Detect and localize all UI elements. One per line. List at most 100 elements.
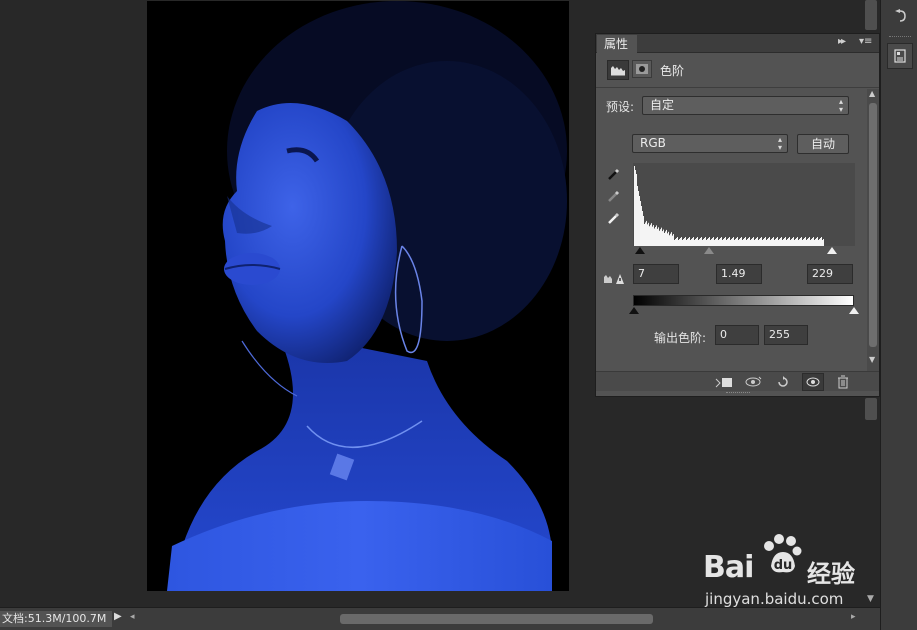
histogram-bar	[791, 239, 792, 246]
select-arrows-icon: ▴ ▾	[838, 96, 843, 114]
histogram-bar	[697, 237, 698, 246]
auto-button[interactable]: 自动	[797, 134, 849, 154]
histogram-bar	[667, 233, 668, 246]
document-size-readout[interactable]: 文档:51.3M/100.7M	[0, 611, 112, 627]
levels-adjustment-icon[interactable]	[607, 60, 629, 80]
histogram-bar	[696, 238, 697, 246]
panel-scroll-thumb[interactable]	[869, 103, 877, 347]
histogram-bar	[634, 166, 635, 246]
svg-text:du: du	[774, 558, 793, 573]
properties-panel-icon[interactable]	[887, 43, 913, 69]
scroll-up-icon[interactable]: ▲	[869, 89, 875, 98]
histogram-bar	[734, 240, 735, 246]
input-white-field[interactable]: 229	[807, 264, 853, 284]
output-white-field[interactable]: 255	[764, 325, 808, 345]
input-black-field[interactable]: 7	[633, 264, 679, 284]
white-eyedropper-icon[interactable]	[604, 209, 624, 227]
histogram-bar	[636, 174, 637, 246]
histogram-bar	[750, 240, 751, 246]
panel-resize-grip[interactable]	[726, 392, 750, 393]
histogram-bar	[708, 238, 709, 246]
eye-icon[interactable]	[802, 373, 824, 391]
black-eyedropper-icon[interactable]	[604, 165, 624, 183]
scroll-down-icon[interactable]: ▼	[869, 355, 875, 364]
preset-label: 预设:	[606, 100, 635, 114]
panel-footer-toolbar	[596, 371, 879, 391]
histogram-bar	[731, 239, 732, 246]
histogram-bar	[685, 237, 686, 246]
preset-select[interactable]: 自定 ▴ ▾	[642, 96, 849, 115]
scroll-right-icon[interactable]: ▸	[851, 612, 856, 622]
histogram-bar	[765, 237, 766, 246]
panel-menu-icon[interactable]: ▾≡	[859, 36, 872, 47]
histogram-bar	[683, 239, 684, 246]
histogram-bar	[664, 233, 665, 246]
histogram-bar	[796, 238, 797, 246]
histogram-bar	[788, 238, 789, 246]
histogram-bar	[726, 240, 727, 246]
histogram-bar	[670, 233, 671, 246]
output-white-slider[interactable]	[849, 307, 859, 314]
history-panel-icon[interactable]	[887, 2, 913, 28]
histogram-bar	[729, 237, 730, 246]
scroll-left-icon[interactable]: ◂	[130, 612, 135, 622]
output-black-slider[interactable]	[629, 307, 639, 314]
reset-icon[interactable]	[772, 373, 794, 391]
view-previous-icon[interactable]	[742, 373, 764, 391]
histogram-bar	[691, 239, 692, 246]
histogram-bar	[684, 238, 685, 246]
histogram-bar	[730, 240, 731, 246]
histogram-bar	[640, 201, 641, 246]
output-black-field[interactable]: 0	[715, 325, 759, 345]
histogram-bar	[790, 240, 791, 246]
histogram-bar	[775, 239, 776, 246]
histogram-bar	[662, 231, 663, 246]
panel-scrollbar[interactable]: ▲ ▼	[867, 89, 879, 371]
histogram-bar	[749, 237, 750, 246]
mask-icon[interactable]	[632, 60, 652, 78]
dock-grip[interactable]	[889, 36, 911, 39]
histogram-bar	[757, 237, 758, 246]
photo-canvas[interactable]	[147, 1, 569, 591]
histogram-bar	[680, 238, 681, 246]
histogram-bar	[806, 240, 807, 246]
horizontal-scrollbar[interactable]: ◂ ▸	[128, 610, 868, 628]
histogram-bar	[702, 240, 703, 246]
histogram-bar	[704, 238, 705, 246]
clip-to-layer-icon[interactable]	[713, 373, 735, 391]
histogram-bar	[678, 240, 679, 246]
histogram-bar	[756, 238, 757, 246]
hscroll-thumb[interactable]	[340, 614, 653, 624]
histogram-bar	[801, 237, 802, 246]
status-menu-icon[interactable]: ▶	[114, 611, 122, 622]
input-black-slider[interactable]	[635, 247, 645, 254]
histogram-bar	[671, 232, 672, 246]
histogram-bar	[653, 225, 654, 246]
input-gamma-field[interactable]: 1.49	[716, 264, 762, 284]
trash-icon[interactable]	[832, 373, 854, 391]
histogram-bar	[711, 239, 712, 246]
histogram-bar	[783, 239, 784, 246]
collapse-panel-icon[interactable]: ▸▸	[838, 36, 846, 47]
histogram-bar	[660, 229, 661, 246]
histogram-bar	[659, 230, 660, 246]
histogram-bar	[759, 239, 760, 246]
histogram-bar	[721, 237, 722, 246]
vscroll-thumb[interactable]	[865, 398, 877, 420]
histogram-bar	[722, 240, 723, 246]
gray-eyedropper-icon[interactable]	[604, 187, 624, 205]
histogram-bar	[648, 222, 649, 246]
histogram-bar	[658, 227, 659, 246]
histogram-bar	[774, 240, 775, 246]
histogram-bar	[706, 240, 707, 246]
channel-select[interactable]: RGB ▴ ▾	[632, 134, 788, 153]
tab-properties[interactable]: 属性	[597, 35, 637, 53]
histogram-bar	[692, 238, 693, 246]
input-white-slider[interactable]	[827, 247, 837, 254]
input-gamma-slider[interactable]	[704, 247, 714, 254]
clipping-warning-icon[interactable]	[603, 271, 625, 285]
histogram-bar	[737, 237, 738, 246]
histogram-bar	[782, 240, 783, 246]
vscroll-thumb-top[interactable]	[865, 0, 877, 30]
histogram-bar	[693, 237, 694, 246]
